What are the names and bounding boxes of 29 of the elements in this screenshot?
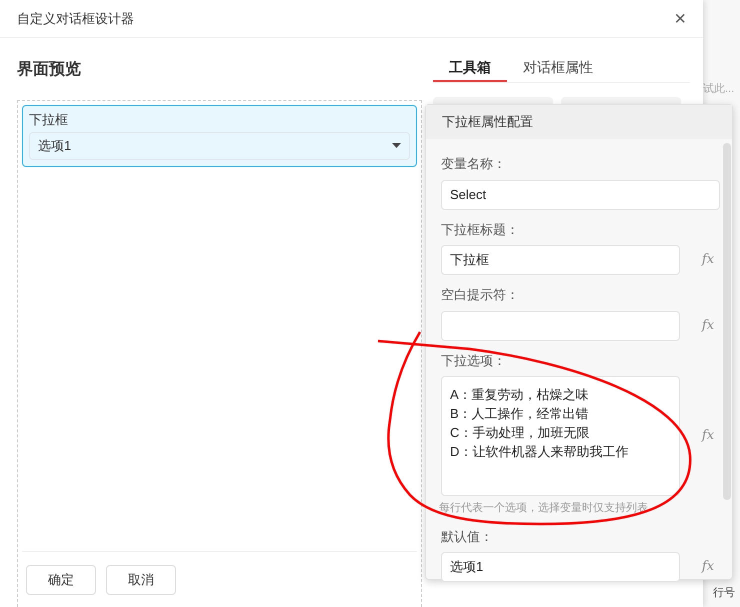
text-field[interactable]: [441, 310, 680, 340]
scrollbar[interactable]: [723, 143, 731, 500]
option-line: A：重复劳动，枯燥之味: [450, 386, 590, 404]
tab[interactable]: 工具箱: [433, 54, 507, 82]
dialog-button[interactable]: 取消: [106, 564, 176, 594]
field-label: 下拉框标题：: [441, 220, 520, 238]
tab[interactable]: 对话框属性: [507, 54, 609, 82]
text-field[interactable]: Select: [441, 180, 720, 210]
dialog-button[interactable]: 确定: [26, 564, 96, 594]
dropdown-widget[interactable]: 下拉框 选项1: [22, 105, 417, 166]
text-field[interactable]: 下拉框: [441, 245, 680, 275]
field-label: 空白提示符：: [441, 286, 520, 304]
field-label: 变量名称：: [441, 155, 507, 173]
option-line: D：让软件机器人来帮助我工作: [450, 443, 630, 461]
caret-icon: [392, 143, 401, 148]
window-title: 自定义对话框设计器: [17, 10, 134, 28]
background-text: 行号: [713, 586, 736, 600]
options-textarea[interactable]: A：重复劳动，枯燥之味 B：人工操作，经常出错 C：手动处理，加班无限 D：让软件机器人来帮助我工作: [441, 376, 680, 496]
text-field[interactable]: 选项1: [441, 552, 680, 582]
popover-title: 下拉框属性配置: [442, 113, 533, 132]
dropdown-label: 下拉框: [29, 111, 69, 129]
section-heading: 界面预览: [17, 60, 82, 80]
option-line: B：人工操作，经常出错: [450, 405, 590, 423]
field-label: 默认值：: [441, 528, 494, 546]
dropdown-field[interactable]: 选项1: [29, 132, 410, 160]
field-label: 下拉选项：: [441, 352, 507, 370]
background-text: 试此...: [703, 82, 736, 97]
close-button[interactable]: ×: [674, 8, 686, 28]
option-line: C：手动处理，加班无限: [450, 424, 590, 442]
